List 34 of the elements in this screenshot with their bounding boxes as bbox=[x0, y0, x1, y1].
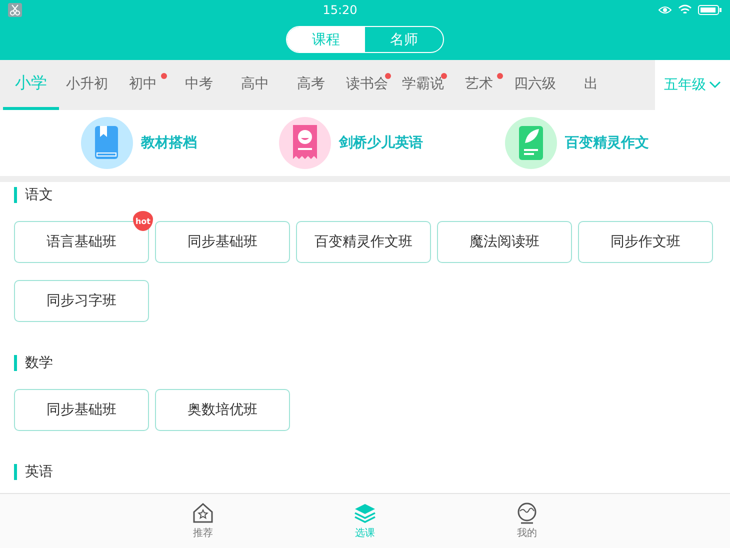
wifi-icon bbox=[678, 4, 692, 16]
category-tab[interactable]: 初中 bbox=[115, 60, 171, 110]
category-tab[interactable]: 高考 bbox=[283, 60, 339, 110]
nav-tab[interactable]: 推荐 bbox=[178, 494, 228, 548]
section-heading: 英语 bbox=[14, 464, 716, 480]
category-tab[interactable]: 出 bbox=[563, 60, 619, 110]
course-button[interactable]: 同步习字班 bbox=[14, 280, 149, 322]
smiley-banner-icon bbox=[279, 117, 331, 169]
course-button[interactable]: 奥数培优班 bbox=[155, 389, 290, 431]
scissors-icon bbox=[8, 3, 22, 17]
category-tab[interactable]: 中考 bbox=[171, 60, 227, 110]
battery-icon bbox=[698, 4, 722, 16]
section-heading: 数学 bbox=[14, 355, 716, 371]
status-time: 15:20 bbox=[322, 3, 358, 17]
category-tab[interactable]: 小升初 bbox=[59, 60, 115, 110]
section-heading: 语文 bbox=[14, 187, 716, 203]
course-button[interactable]: 魔法阅读班 bbox=[437, 221, 572, 263]
category-tab[interactable]: 艺术 bbox=[451, 60, 507, 110]
course-button[interactable]: 同步作文班 bbox=[578, 221, 713, 263]
course-button[interactable]: 百变精灵作文班 bbox=[296, 221, 431, 263]
hot-badge: hot bbox=[133, 211, 153, 231]
feather-note-icon bbox=[505, 117, 557, 169]
category-tab[interactable]: 高中 bbox=[227, 60, 283, 110]
category-tab[interactable]: 读书会 bbox=[339, 60, 395, 110]
eye-icon bbox=[658, 4, 672, 16]
house-star-icon bbox=[192, 502, 214, 524]
category-tab[interactable]: 学霸说 bbox=[395, 60, 451, 110]
layers-icon bbox=[354, 502, 376, 524]
course-button[interactable]: 同步基础班 bbox=[14, 389, 149, 431]
category-tab[interactable]: 四六级 bbox=[507, 60, 563, 110]
book-icon bbox=[81, 117, 133, 169]
course-button[interactable]: 同步基础班 bbox=[155, 221, 290, 263]
chevron-down-icon bbox=[709, 81, 721, 89]
nav-tab[interactable]: 我的 bbox=[502, 494, 552, 548]
